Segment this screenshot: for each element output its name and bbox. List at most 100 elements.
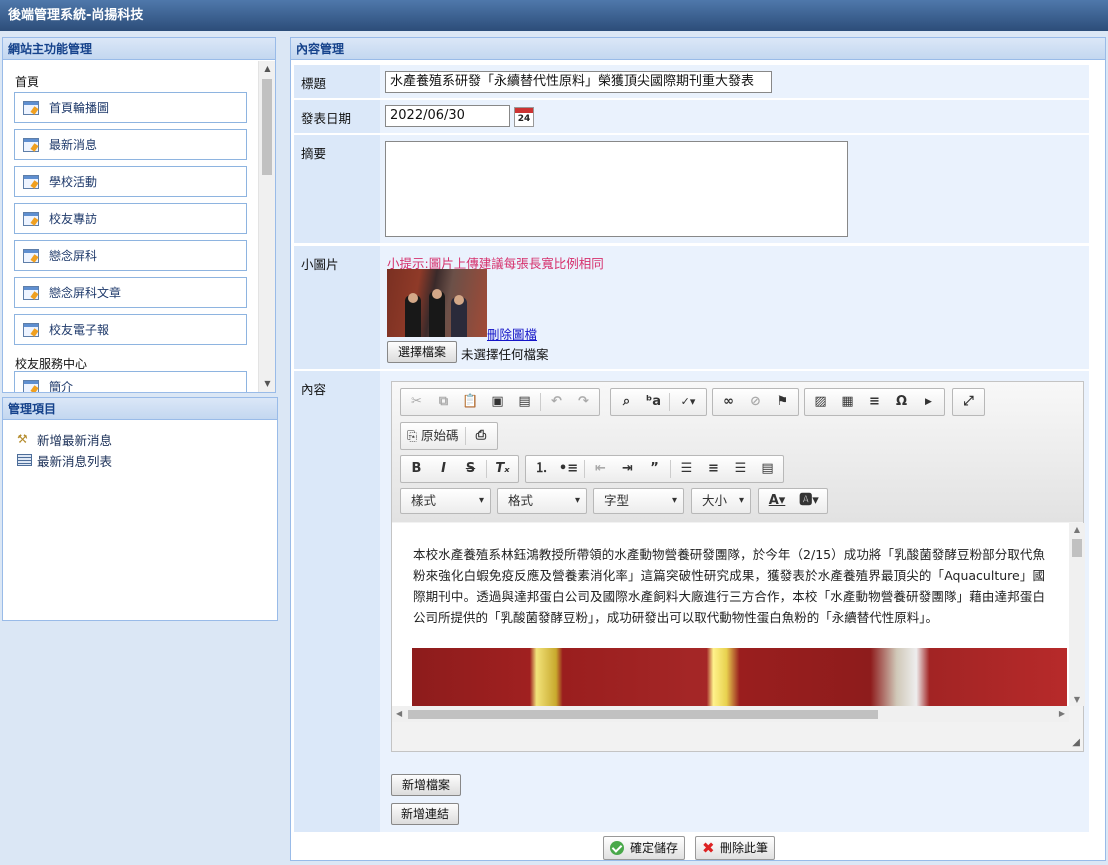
link-icon[interactable]: ∞ <box>715 391 742 413</box>
tools-icon: ⚒ <box>17 431 28 446</box>
edit-doc-icon <box>23 174 39 189</box>
paragraph-group: ⒈ •≡ ⇤ ⇥ ” ☰ ≡ ☰ ▤ <box>525 455 784 483</box>
add-link-button[interactable]: 新增連結 <box>391 803 459 825</box>
summary-row: 摘要 <box>294 135 1089 243</box>
choose-file-button[interactable]: 選擇檔案 <box>387 341 457 363</box>
scroll-up-icon[interactable]: ▲ <box>259 61 276 77</box>
scroll-thumb[interactable] <box>262 79 272 175</box>
sidebar-item-memories-articles[interactable]: 戀念屏科文章 <box>14 277 247 308</box>
source-button[interactable]: ⎘ 原始碼 <box>403 425 463 447</box>
sidebar-item-label: 校友專訪 <box>49 212 98 226</box>
news-list-link[interactable]: 最新消息列表 <box>3 447 277 469</box>
find-group: ⌕ ᵇa ✓▾ <box>610 388 707 416</box>
summary-textarea[interactable] <box>385 141 848 237</box>
editor-horizontal-scrollbar[interactable]: ◀ ▶ <box>392 706 1069 722</box>
paste-icon[interactable]: 📋 <box>457 391 484 413</box>
edit-doc-icon <box>23 322 39 337</box>
color-group: A▾ 🅰▾ <box>758 488 828 514</box>
sidebar-item-memories[interactable]: 戀念屏科 <box>14 240 247 271</box>
align-left-icon[interactable]: ☰ <box>673 458 700 480</box>
edit-doc-icon <box>23 100 39 115</box>
indent-icon[interactable]: ⇥ <box>614 458 641 480</box>
maximize-group: ⤢ <box>952 388 985 416</box>
bold-icon[interactable]: B <box>403 458 430 480</box>
sidebar-item-newsletter[interactable]: 校友電子報 <box>14 314 247 345</box>
date-label: 發表日期 <box>301 111 352 126</box>
align-right-icon[interactable]: ☰ <box>727 458 754 480</box>
edit-doc-icon <box>23 285 39 300</box>
blockquote-icon[interactable]: ” <box>641 458 668 480</box>
sidebar-item-carousel[interactable]: 首頁輪播圖 <box>14 92 247 123</box>
delete-image-link[interactable]: 刪除圖檔 <box>487 324 537 343</box>
delete-button[interactable]: ✖ 刪除此筆 <box>695 836 776 860</box>
font-select[interactable]: 字型 <box>593 488 684 514</box>
image-row: 小圖片 小提示:圖片上傳建議每張長寬比例相同 刪除圖檔 選擇檔案 未選擇任何檔案 <box>294 246 1089 369</box>
sidebar-item-alumni-interview[interactable]: 校友專訪 <box>14 203 247 234</box>
anchor-flag-icon[interactable]: ⚑ <box>769 391 796 413</box>
editor-vertical-scrollbar[interactable]: ▲ ▼ <box>1069 523 1085 706</box>
title-row: 標題 水產養殖系研發「永續替代性原料」榮獲頂尖國際期刊重大發表 <box>294 65 1089 98</box>
special-char-icon[interactable]: Ω <box>888 391 915 413</box>
editor-embedded-image <box>412 648 1067 706</box>
sidebar-item-label: 簡介 <box>49 380 74 392</box>
nav-scrollbar[interactable]: ▲ ▼ <box>258 61 275 392</box>
style-select[interactable]: 樣式 <box>400 488 491 514</box>
replace-icon[interactable]: ᵇa <box>640 391 667 413</box>
redo-icon[interactable]: ↷ <box>570 391 597 413</box>
copy-icon[interactable]: ⧉ <box>430 391 457 413</box>
maximize-icon[interactable]: ⤢ <box>955 391 982 413</box>
print-icon[interactable]: ⎙ <box>468 425 495 447</box>
sidebar-item-label: 校友電子報 <box>49 323 110 337</box>
format-select[interactable]: 格式 <box>497 488 587 514</box>
size-select[interactable]: 大小 <box>691 488 751 514</box>
horizontal-line-icon[interactable]: ≡ <box>861 391 888 413</box>
remove-format-icon[interactable]: Tₓ <box>489 458 516 480</box>
sidebar-item-label: 學校活動 <box>49 175 98 189</box>
panel-header: 管理項目 <box>3 398 277 420</box>
calendar-icon[interactable]: 24 <box>514 107 534 127</box>
cut-icon[interactable]: ✂ <box>403 391 430 413</box>
sidebar-item-label: 戀念屏科 <box>49 249 98 263</box>
no-file-text: 未選擇任何檔案 <box>461 347 549 362</box>
content-panel: 內容管理 標題 水產養殖系研發「永續替代性原料」榮獲頂尖國際期刊重大發表 發表日… <box>290 37 1106 861</box>
spellcheck-icon[interactable]: ✓▾ <box>672 391 704 413</box>
add-news-label: 新增最新消息 <box>37 432 113 448</box>
editor-content-area[interactable]: 本校水產養殖系林鈺鴻教授所帶領的水產動物營養研發團隊，於今年（2/15）成功將「… <box>392 523 1069 706</box>
sidebar-item-activities[interactable]: 學校活動 <box>14 166 247 197</box>
date-input[interactable]: 2022/06/30 <box>385 105 510 127</box>
editor-text: 本校水產養殖系林鈺鴻教授所帶領的水產動物營養研發團隊，於今年（2/15）成功將「… <box>413 547 1045 625</box>
app-title: 後端管理系統-尚揚科技 <box>8 8 144 23</box>
sidebar-item-label: 最新消息 <box>49 138 98 152</box>
add-file-button[interactable]: 新增檔案 <box>391 774 461 796</box>
table-icon[interactable]: ▦ <box>834 391 861 413</box>
add-news-link[interactable]: ⚒ 新增最新消息 <box>3 426 277 448</box>
edit-doc-icon <box>23 379 39 392</box>
italic-icon[interactable]: I <box>430 458 457 480</box>
sidebar-item-intro[interactable]: 簡介 <box>14 371 247 392</box>
bg-color-icon[interactable]: 🅰▾ <box>793 490 825 512</box>
align-center-icon[interactable]: ≡ <box>700 458 727 480</box>
strike-icon[interactable]: S <box>457 458 484 480</box>
find-icon[interactable]: ⌕ <box>613 391 640 413</box>
sidebar-item-news[interactable]: 最新消息 <box>14 129 247 160</box>
paste-word-icon[interactable]: ▤ <box>511 391 538 413</box>
unlink-icon[interactable]: ⊘ <box>742 391 769 413</box>
youtube-icon[interactable]: ▶ <box>915 391 942 413</box>
scroll-down-icon[interactable]: ▼ <box>259 376 276 392</box>
text-color-icon[interactable]: A▾ <box>761 490 793 512</box>
justify-icon[interactable]: ▤ <box>754 458 781 480</box>
numbered-list-icon[interactable]: ⒈ <box>528 458 555 480</box>
bullet-list-icon[interactable]: •≡ <box>555 458 582 480</box>
nav-list: 首頁 首頁輪播圖 最新消息 學校活動 校友專訪 戀念屏科 戀念屏科文章 校友電子… <box>3 61 257 392</box>
undo-icon[interactable]: ↶ <box>543 391 570 413</box>
app-title-bar: 後端管理系統-尚揚科技 <box>0 0 1108 31</box>
title-input[interactable]: 水產養殖系研發「永續替代性原料」榮獲頂尖國際期刊重大發表 <box>385 71 772 93</box>
save-button[interactable]: 確定儲存 <box>603 836 686 860</box>
link-group: ∞ ⊘ ⚑ <box>712 388 799 416</box>
nav-group-home: 首頁 <box>15 75 40 89</box>
image-icon[interactable]: ▨ <box>807 391 834 413</box>
news-list-label: 最新消息列表 <box>37 453 113 469</box>
paste-text-icon[interactable]: ▣ <box>484 391 511 413</box>
resize-handle-icon[interactable]: ◢ <box>1072 737 1080 748</box>
outdent-icon[interactable]: ⇤ <box>587 458 614 480</box>
